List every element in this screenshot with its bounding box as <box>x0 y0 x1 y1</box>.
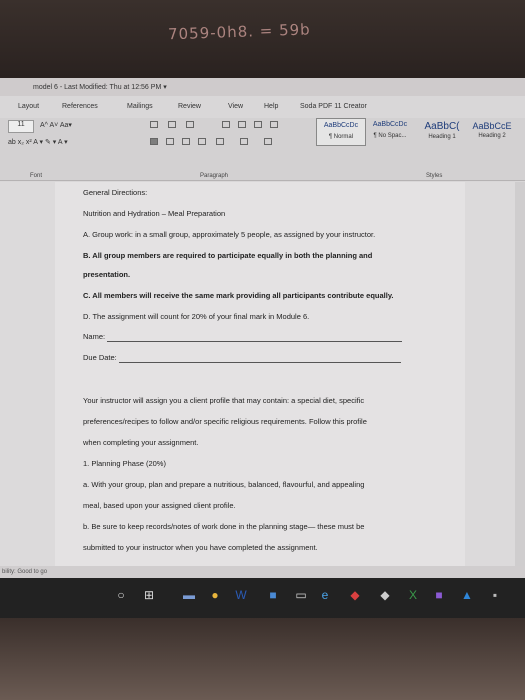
justify-icon[interactable] <box>198 138 206 145</box>
doc-line: B. All group members are required to par… <box>83 251 373 260</box>
doc-line: a. With your group, plan and prepare a n… <box>83 480 365 489</box>
style-sample: AaBbCcDc <box>323 122 359 129</box>
taskbar: ○ ⊞ ▬ ● W ■ ▭ e ◆ ◆ X ■ ▲ ▪ <box>0 578 525 618</box>
borders-icon[interactable] <box>264 138 272 145</box>
app-icon[interactable]: ▭ <box>292 587 310 603</box>
ribbon-tabs: Layout References Mailings Review View H… <box>0 98 525 114</box>
ribbon: 11 A^ A˅ Aa▾ ab x₂ x² A ▾ ✎ ▾ A ▾ AaBbCc… <box>0 118 525 181</box>
align-right-icon[interactable] <box>182 138 190 145</box>
doc-line: A. Group work: in a small group, approxi… <box>83 230 376 239</box>
task-view-icon[interactable]: ⊞ <box>140 587 158 603</box>
name-blank[interactable] <box>107 332 403 342</box>
line-spacing-icon[interactable] <box>216 138 224 145</box>
app-icon[interactable]: ▪ <box>486 587 504 603</box>
due-date-blank[interactable] <box>118 353 401 363</box>
font-group-label: Font <box>30 173 43 179</box>
doc-line: submitted to your instructor when you ha… <box>83 543 318 552</box>
style-heading-2[interactable]: AaBbCcE Heading 2 <box>468 118 516 144</box>
word-icon[interactable]: W <box>232 587 250 603</box>
edge-icon[interactable]: e <box>316 587 334 603</box>
title-bar: model 6 - Last Modified: Thu at 12:56 PM… <box>0 78 525 96</box>
tab-soda-pdf[interactable]: Soda PDF 11 Creator <box>300 103 367 110</box>
name-field-row: Name: <box>83 332 403 342</box>
style-heading-1[interactable]: AaBbC( Heading 1 <box>418 118 466 144</box>
font-grow-shrink-case[interactable]: A^ A˅ Aa▾ <box>40 121 72 131</box>
align-left-icon[interactable] <box>150 138 158 145</box>
monitor-bezel-bottom <box>0 618 525 700</box>
sort-icon[interactable] <box>254 121 262 128</box>
tab-help[interactable]: Help <box>264 103 278 110</box>
align-center-icon[interactable] <box>166 138 174 145</box>
font-size-select[interactable]: 11 <box>8 120 34 133</box>
doc-line: preferences/recipes to follow and/or spe… <box>83 417 367 426</box>
style-name: Heading 1 <box>428 134 456 140</box>
style-name: Heading 2 <box>478 133 506 139</box>
doc-line: 1. Planning Phase (20%) <box>83 459 166 468</box>
tab-review[interactable]: Review <box>178 103 201 110</box>
doc-line: C. All members will receive the same mar… <box>83 291 394 300</box>
app-icon[interactable]: ◆ <box>346 587 364 603</box>
app-icon[interactable]: ◆ <box>376 587 394 603</box>
due-date-label: Due Date: <box>83 353 117 362</box>
file-explorer-icon[interactable]: ▬ <box>180 587 198 603</box>
style-name: ¶ No Spac... <box>373 133 407 139</box>
due-date-field-row: Due Date: <box>83 353 401 363</box>
status-bar: bility: Good to go <box>0 566 525 578</box>
styles-group-label: Styles <box>426 173 443 179</box>
tab-view[interactable]: View <box>228 103 243 110</box>
search-icon[interactable]: ○ <box>112 587 130 603</box>
doc-line: when completing your assignment. <box>83 438 199 447</box>
format-buttons[interactable]: ab x₂ x² A ▾ ✎ ▾ A ▾ <box>8 138 68 148</box>
accessibility-status[interactable]: bility: Good to go <box>2 569 47 575</box>
numbering-icon[interactable] <box>168 121 176 128</box>
doc-line: b. Be sure to keep records/notes of work… <box>83 522 365 531</box>
pilcrow-icon[interactable] <box>270 121 278 128</box>
doc-line: D. The assignment will count for 20% of … <box>83 312 310 321</box>
app-icon[interactable]: ■ <box>430 587 448 603</box>
name-label: Name: <box>83 332 106 341</box>
decrease-indent-icon[interactable] <box>222 121 230 128</box>
word-window: model 6 - Last Modified: Thu at 12:56 PM… <box>0 78 525 578</box>
app-icon[interactable]: ■ <box>264 587 282 603</box>
excel-icon[interactable]: X <box>404 587 422 603</box>
doc-line: presentation. <box>83 270 131 279</box>
document-page[interactable]: General Directions: Nutrition and Hydrat… <box>55 182 465 566</box>
app-icon[interactable]: ▲ <box>458 587 476 603</box>
style-sample: AaBbC( <box>424 121 460 132</box>
doc-line: General Directions: <box>83 188 148 197</box>
style-sample: AaBbCcE <box>472 121 512 131</box>
shading-icon[interactable] <box>240 138 248 145</box>
doc-line: Your instructor will assign you a client… <box>83 396 365 405</box>
tab-mailings[interactable]: Mailings <box>127 103 153 110</box>
doc-line: Nutrition and Hydration – Meal Preparati… <box>83 209 226 218</box>
paragraph-group-label: Paragraph <box>200 173 229 179</box>
style-name: ¶ Normal <box>328 134 354 140</box>
multilevel-list-icon[interactable] <box>186 121 194 128</box>
style-normal[interactable]: AaBbCcDc ¶ Normal <box>316 118 366 146</box>
tab-references[interactable]: References <box>62 103 98 110</box>
doc-line: meal, based upon your assigned client pr… <box>83 501 236 510</box>
chrome-icon[interactable]: ● <box>206 587 224 603</box>
document-area: General Directions: Nutrition and Hydrat… <box>0 182 525 566</box>
vertical-scrollbar[interactable] <box>515 182 525 566</box>
style-sample: AaBbCcDc <box>372 121 408 128</box>
bullets-icon[interactable] <box>150 121 158 128</box>
tab-layout[interactable]: Layout <box>18 103 39 110</box>
document-title[interactable]: model 6 - Last Modified: Thu at 12:56 PM… <box>33 83 167 91</box>
increase-indent-icon[interactable] <box>238 121 246 128</box>
style-no-spacing[interactable]: AaBbCcDc ¶ No Spac... <box>366 118 414 144</box>
